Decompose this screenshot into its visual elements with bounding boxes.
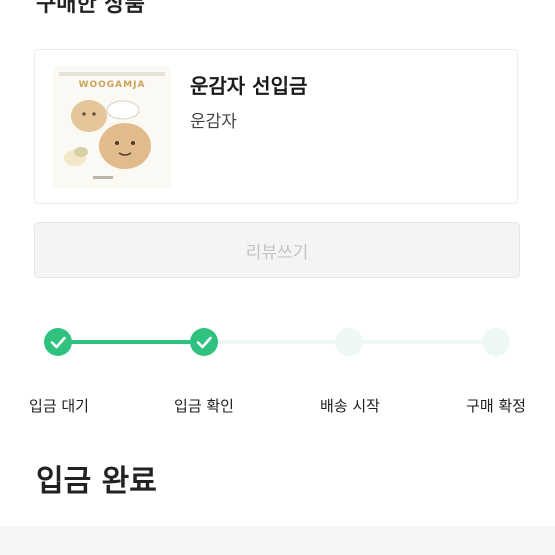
step-4-dot [482, 328, 510, 356]
progress-track-completed [58, 340, 204, 344]
potato-character-illustration: WOOGAMJA [53, 66, 171, 188]
thumbnail-heading: WOOGAMJA [79, 80, 146, 90]
write-review-button[interactable]: 리뷰쓰기 [34, 222, 520, 278]
product-seller: 운감자 [190, 112, 237, 132]
product-thumbnail[interactable]: WOOGAMJA [53, 66, 171, 188]
order-detail-page: 구매한 상품 WOOGAMJA 운감자 선입금 운감자 리뷰쓰기 입금 대기 입… [0, 0, 555, 555]
section-title: 구매한 상품 [36, 0, 145, 17]
bottom-section-divider [0, 526, 555, 555]
order-status-title: 입금 완료 [36, 464, 157, 499]
order-progress-tracker: 입금 대기 입금 확인 배송 시작 구매 확정 [0, 320, 555, 430]
step-label-deposit-waiting: 입금 대기 [29, 397, 89, 415]
product-name[interactable]: 운감자 선입금 [190, 70, 307, 99]
step-label-purchase-confirmed: 구매 확정 [466, 397, 526, 415]
step-2-check-icon [190, 328, 218, 356]
step-label-deposit-confirmed: 입금 확인 [174, 397, 234, 415]
step-1-check-icon [44, 328, 72, 356]
step-label-shipping-started: 배송 시작 [320, 397, 380, 415]
product-card[interactable]: WOOGAMJA 운감자 선입금 운감자 [34, 49, 518, 204]
step-3-dot [335, 328, 363, 356]
